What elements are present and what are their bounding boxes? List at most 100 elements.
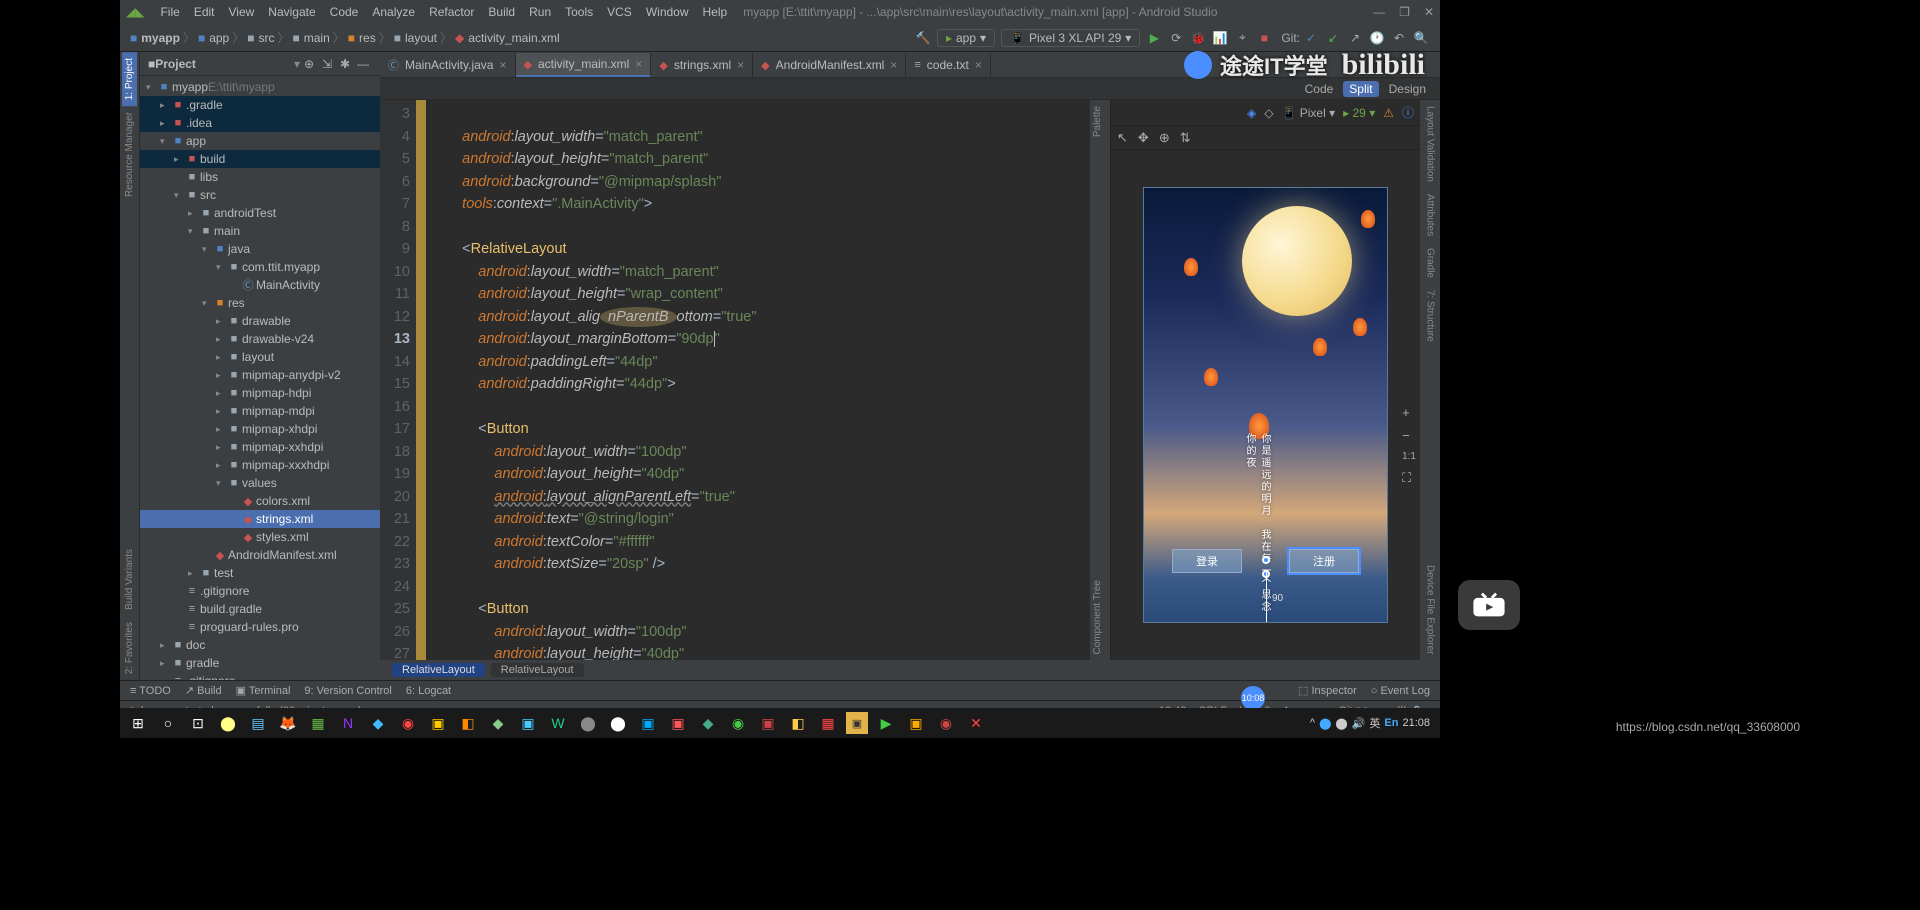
design-view-button[interactable]: Design (1383, 81, 1432, 97)
component-tree-button[interactable]: Component Tree (1090, 574, 1110, 661)
debug-icon[interactable]: 🐞 (1188, 28, 1208, 48)
breadcrumb[interactable]: ■res (346, 31, 378, 45)
build-button[interactable]: ↗ Build (185, 684, 222, 697)
tree-item[interactable]: ▾■ main (140, 222, 380, 240)
code-menu[interactable]: Code (324, 3, 365, 21)
git-push-icon[interactable]: ↗ (1345, 28, 1365, 48)
stop-icon[interactable]: ■ (1254, 28, 1274, 48)
zoom-icon[interactable]: ⛶ (1402, 470, 1416, 486)
tree-item[interactable]: ▾■ myapp E:\ttit\myapp (140, 78, 380, 96)
tree-item[interactable]: ▸■ .gradle (140, 96, 380, 114)
run-icon[interactable]: ▶ (1144, 28, 1164, 48)
event-log-button[interactable]: ○ Event Log (1371, 685, 1430, 697)
version-control-button[interactable]: 9: Version Control (304, 685, 391, 697)
tree-item[interactable]: ▾■ res (140, 294, 380, 312)
breadcrumb-item[interactable]: RelativeLayout (491, 663, 584, 677)
resource-manager-tool-button[interactable]: Resource Manager (122, 106, 137, 203)
todo-button[interactable]: ≡ TODO (130, 685, 171, 697)
settings-icon[interactable]: ✱ (336, 57, 354, 71)
anchor-marker[interactable] (1262, 556, 1270, 564)
app-icon[interactable]: ◆ (486, 711, 510, 735)
hide-icon[interactable]: — (354, 57, 372, 71)
maximize-icon[interactable]: ❐ (1399, 5, 1410, 19)
close-icon[interactable]: ✕ (1424, 5, 1434, 19)
tree-item[interactable]: ≡ .gitignore (140, 582, 380, 600)
tree-item[interactable]: ▸■ mipmap-anydpi-v2 (140, 366, 380, 384)
start-icon[interactable]: ⊞ (126, 711, 150, 735)
tree-item[interactable]: ▸■ test (140, 564, 380, 582)
tree-item[interactable]: Ⓒ MainActivity (140, 276, 380, 294)
analyze-menu[interactable]: Analyze (366, 3, 421, 21)
editor-tab[interactable]: ◆activity_main.xml× (516, 53, 652, 77)
tree-item[interactable]: ◆ strings.xml (140, 510, 380, 528)
device-dropdown[interactable]: 📱 Pixel ▾ (1281, 106, 1335, 120)
app-icon[interactable]: ⬤ (606, 711, 630, 735)
git-history-icon[interactable]: 🕐 (1367, 28, 1387, 48)
tree-item[interactable]: ▾■ values (140, 474, 380, 492)
app-icon[interactable]: ◉ (934, 711, 958, 735)
app-icon[interactable]: ▣ (846, 712, 868, 734)
logcat-button[interactable]: 6: Logcat (406, 685, 451, 697)
locate-icon[interactable]: ⊕ (300, 57, 318, 71)
breadcrumb-root[interactable]: ■myapp (128, 31, 182, 45)
app-icon[interactable]: ◧ (456, 711, 480, 735)
code-body[interactable]: android:layout_width="match_parent" andr… (426, 100, 1090, 660)
design-surface-icon[interactable]: ◈ (1247, 106, 1256, 120)
ime-indicator[interactable]: En (1384, 717, 1398, 729)
tree-item[interactable]: ▾■ com.ttit.myapp (140, 258, 380, 276)
breadcrumb[interactable]: ■layout (392, 31, 439, 45)
zoom-out-icon[interactable]: − (1402, 428, 1416, 443)
app-icon[interactable]: ▦ (306, 711, 330, 735)
tree-item[interactable]: ▾■ src (140, 186, 380, 204)
tray-icon[interactable]: ⬤ (1335, 717, 1347, 730)
app-icon[interactable]: ◆ (696, 711, 720, 735)
search-icon[interactable]: ○ (156, 711, 180, 735)
app-icon[interactable]: ▣ (666, 711, 690, 735)
refactor-menu[interactable]: Refactor (423, 3, 480, 21)
app-icon[interactable]: ▦ (816, 711, 840, 735)
editor-tab[interactable]: ⒸMainActivity.java× (380, 53, 516, 77)
tree-item[interactable]: ≡ .gitignore (140, 672, 380, 680)
tree-item[interactable]: ◆ colors.xml (140, 492, 380, 510)
tree-item[interactable]: ▸■ doc (140, 636, 380, 654)
run-menu[interactable]: Run (523, 3, 557, 21)
app-icon[interactable]: N (336, 711, 360, 735)
search-icon[interactable]: 🔍 (1411, 28, 1431, 48)
structure-button[interactable]: 7: Structure (1423, 284, 1438, 348)
app-icon[interactable]: ◆ (366, 711, 390, 735)
app-icon[interactable]: ✕ (964, 711, 988, 735)
profile-icon[interactable]: 📊 (1210, 28, 1230, 48)
close-tab-icon[interactable]: × (737, 58, 744, 72)
breadcrumb[interactable]: ■app (196, 31, 231, 45)
select-icon[interactable]: ↖ (1117, 130, 1128, 146)
file-menu[interactable]: File (154, 3, 185, 21)
tree-item[interactable]: ▸■ build (140, 150, 380, 168)
help-menu[interactable]: Help (697, 3, 734, 21)
layout-inspector-button[interactable]: ⬚ Inspector (1298, 684, 1357, 697)
breadcrumb[interactable]: ■main (291, 31, 332, 45)
breadcrumb[interactable]: ■src (245, 31, 276, 45)
build-icon[interactable]: 🔨 (913, 28, 933, 48)
zoom-reset-icon[interactable]: ⊕ (1159, 130, 1170, 146)
pan-icon[interactable]: ✥ (1138, 130, 1149, 146)
app-icon[interactable]: ▣ (756, 711, 780, 735)
git-commit-icon[interactable]: ↙ (1323, 28, 1343, 48)
app-icon[interactable]: ◉ (726, 711, 750, 735)
tray-icon[interactable]: ⬤ (1319, 717, 1331, 730)
tree-item[interactable]: ≡ proguard-rules.pro (140, 618, 380, 636)
app-icon[interactable]: ▣ (636, 711, 660, 735)
palette-button[interactable]: Palette (1090, 100, 1110, 143)
tray-icon[interactable]: 英 (1369, 715, 1380, 731)
tree-item[interactable]: ■ libs (140, 168, 380, 186)
terminal-button[interactable]: ▣ Terminal (236, 684, 291, 697)
tray-clock[interactable]: 21:08 (1402, 717, 1430, 729)
close-tab-icon[interactable]: × (890, 58, 897, 72)
tray-icon[interactable]: 🔊 (1352, 717, 1366, 730)
device-preview[interactable]: 你是遥远的明月 我在每一个思念你的夜 登录 注册 90 (1143, 187, 1388, 623)
app-icon[interactable]: ▤ (246, 711, 270, 735)
tree-item[interactable]: ◆ styles.xml (140, 528, 380, 546)
zoom-fit-icon[interactable]: 1:1 (1402, 451, 1416, 462)
editor-tab[interactable]: ◆strings.xml× (651, 53, 753, 77)
gradle-button[interactable]: Gradle (1423, 242, 1438, 284)
apply-changes-icon[interactable]: ⟳ (1166, 28, 1186, 48)
